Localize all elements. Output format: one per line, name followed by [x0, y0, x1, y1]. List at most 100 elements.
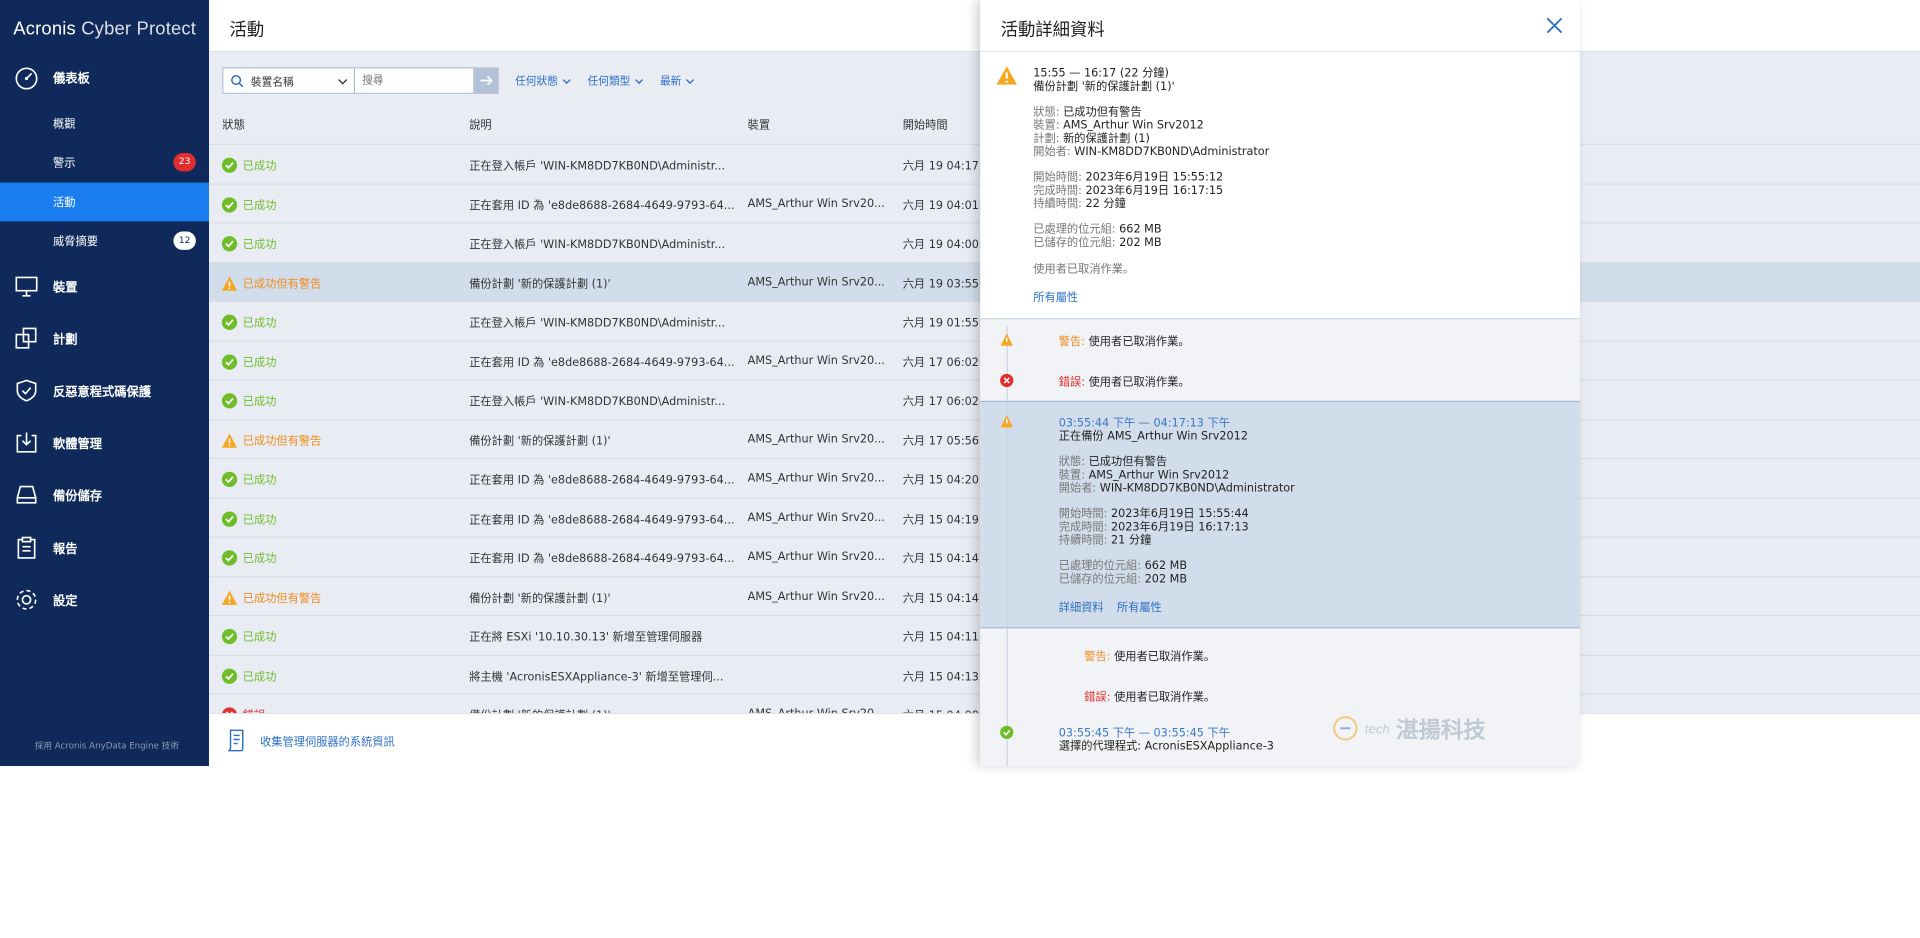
row-status: 已成功: [242, 512, 277, 526]
search-field-label: 裝置名稱: [250, 76, 294, 89]
sort-filter[interactable]: 最新: [660, 73, 695, 88]
nav-software-mgmt[interactable]: 軟體管理: [0, 419, 209, 466]
row-status: 已成功: [242, 355, 277, 369]
nav-backup-storage-label: 備份儲存: [53, 488, 103, 503]
summary-all-properties-link[interactable]: 所有屬性: [1033, 289, 1078, 305]
row-start-time: 六月 15 04:11:5: [902, 630, 990, 644]
separator: [980, 318, 1580, 320]
row-status: 已成功但有警告: [242, 591, 322, 605]
nav-settings[interactable]: 設定: [0, 576, 209, 623]
row-status: 已成功但有警告: [242, 276, 322, 291]
column-header-description[interactable]: 說明: [469, 116, 491, 132]
selected-started-by-key: 開始者:: [1058, 481, 1097, 495]
column-header-status[interactable]: 狀態: [222, 116, 244, 132]
row-description: 備份計劃 '新的保護計劃 (1)': [469, 434, 611, 448]
nav-activities-label: 活動: [53, 195, 76, 210]
nav-plans[interactable]: 計劃: [0, 315, 209, 362]
download-box-icon: [16, 432, 37, 453]
event-warning-text: 使用者已取消作業。: [1114, 649, 1216, 663]
row-status: 已成功: [242, 237, 277, 251]
nav-dashboard[interactable]: 儀表板: [0, 54, 209, 101]
summary-started-by: WIN-KM8DD7KB0ND\Administrator: [1074, 144, 1270, 159]
success-icon: [221, 550, 238, 566]
shield-icon: [16, 379, 37, 402]
warning-icon: [1000, 415, 1013, 428]
row-description: 正在套用 ID 為 'e8de8688-2684-4649-9793-64...: [469, 473, 735, 487]
row-device: AMS_Arthur Win Srv20...: [747, 274, 885, 289]
column-header-device[interactable]: 裝置: [748, 116, 770, 132]
nav-threat-feed[interactable]: 威脅摘要 12: [0, 221, 209, 260]
row-start-time: 六月 15 04:19:1: [902, 512, 990, 526]
selected-details-link[interactable]: 詳細資料: [1059, 599, 1104, 615]
nav-antimalware-label: 反惡意程式碼保護: [53, 384, 151, 399]
watermark-text: tech: [1364, 720, 1390, 736]
row-start-time: 六月 19 03:55:5: [902, 276, 990, 291]
selected-all-properties-link[interactable]: 所有屬性: [1117, 599, 1162, 615]
type-filter[interactable]: 任何類型: [588, 73, 644, 88]
row-start-time: 六月 15 04:13:2: [902, 669, 990, 683]
success-icon: [221, 236, 238, 252]
row-status: 已成功: [242, 316, 277, 330]
row-description: 備份計劃 '新的保護計劃 (1)': [469, 276, 611, 291]
row-start-time: 六月 15 04:20:1: [902, 473, 990, 487]
row-status: 已成功: [242, 159, 277, 173]
collect-sysinfo-link[interactable]: 收集管理伺服器的系統資訊: [260, 733, 395, 749]
brand-name: Acronis: [13, 18, 76, 39]
warning-icon: [221, 432, 238, 448]
row-start-time: 六月 17 05:56:4: [902, 434, 990, 448]
sidebar: Acronis Cyber Protect 儀表板 概觀 警示 23 活動 威脅…: [0, 0, 210, 767]
sort-filter-label: 最新: [659, 74, 682, 88]
error-icon: [1000, 373, 1014, 388]
watermark-logo-icon: [1333, 716, 1358, 741]
row-description: 正在套用 ID 為 'e8de8688-2684-4649-9793-64...: [469, 512, 735, 526]
nav-software-mgmt-label: 軟體管理: [53, 436, 103, 451]
summary-name: 備份計劃 '新的保護計劃 (1)': [1033, 79, 1175, 93]
event-warning-text: 使用者已取消作業。: [1088, 334, 1190, 348]
row-device: AMS_Arthur Win Srv20...: [747, 549, 885, 564]
row-start-time: 六月 17 06:02:1: [902, 355, 990, 369]
chevron-down-icon: [685, 78, 695, 84]
row-device: AMS_Arthur Win Srv20...: [747, 589, 885, 603]
nav-alerts[interactable]: 警示 23: [0, 143, 209, 182]
row-device: AMS_Arthur Win Srv20...: [747, 471, 885, 485]
column-header-start-time[interactable]: 開始時間: [903, 116, 948, 132]
row-status: 已成功: [242, 551, 277, 566]
selected-duration-key: 持續時間:: [1058, 533, 1108, 547]
activity-details-panel: 活動詳細資料 15:55 — 16:17 (22 分鐘) 備份計劃 '新的保護計…: [980, 0, 1580, 767]
search-field-select[interactable]: 裝置名稱: [222, 67, 355, 94]
close-icon[interactable]: [1545, 16, 1563, 34]
summary-saved: 202 MB: [1119, 235, 1162, 249]
nav-overview-label: 概觀: [53, 117, 76, 131]
watermark: tech 湛揚科技: [1332, 712, 1486, 745]
summary-note: 使用者已取消作業。: [1033, 262, 1135, 276]
success-icon: [221, 628, 238, 645]
event-error-label: 錯誤:: [1058, 375, 1085, 389]
nav-antimalware[interactable]: 反惡意程式碼保護: [0, 367, 209, 414]
type-filter-label: 任何類型: [587, 74, 631, 88]
warning-icon: [221, 275, 238, 291]
row-device: AMS_Arthur Win Srv20...: [747, 353, 885, 367]
summary-saved-key: 已儲存的位元組:: [1033, 235, 1116, 249]
selected-duration: 21 分鐘: [1111, 533, 1152, 547]
toolbar: 裝置名稱 任何狀態 任何類型 最新: [222, 67, 695, 94]
success-icon: [221, 668, 238, 684]
summary-duration: 22 分鐘: [1085, 196, 1126, 211]
nav-devices[interactable]: 裝置: [0, 263, 209, 310]
agent-event-text: 選擇的代理程式: AcronisESXAppliance-3: [1058, 739, 1274, 753]
nav-backup-storage[interactable]: 備份儲存: [0, 471, 209, 518]
success-icon: [221, 314, 238, 330]
plans-icon: [15, 327, 37, 349]
row-start-time: 六月 15 04:14:3: [902, 551, 990, 566]
nav-reports[interactable]: 報告: [0, 524, 209, 571]
success-icon: [1000, 725, 1014, 739]
nav-overview[interactable]: 概觀: [0, 104, 209, 143]
arrow-right-icon: [480, 75, 493, 86]
status-filter[interactable]: 任何狀態: [515, 73, 571, 88]
search-input[interactable]: [354, 67, 475, 94]
nav-threat-feed-label: 威脅摘要: [53, 234, 98, 248]
search-submit-button[interactable]: [474, 67, 499, 94]
chevron-down-icon: [634, 78, 644, 84]
nav-activities[interactable]: 活動: [0, 182, 210, 222]
chevron-down-icon: [562, 78, 571, 84]
row-device: AMS_Arthur Win Srv20...: [747, 196, 885, 210]
